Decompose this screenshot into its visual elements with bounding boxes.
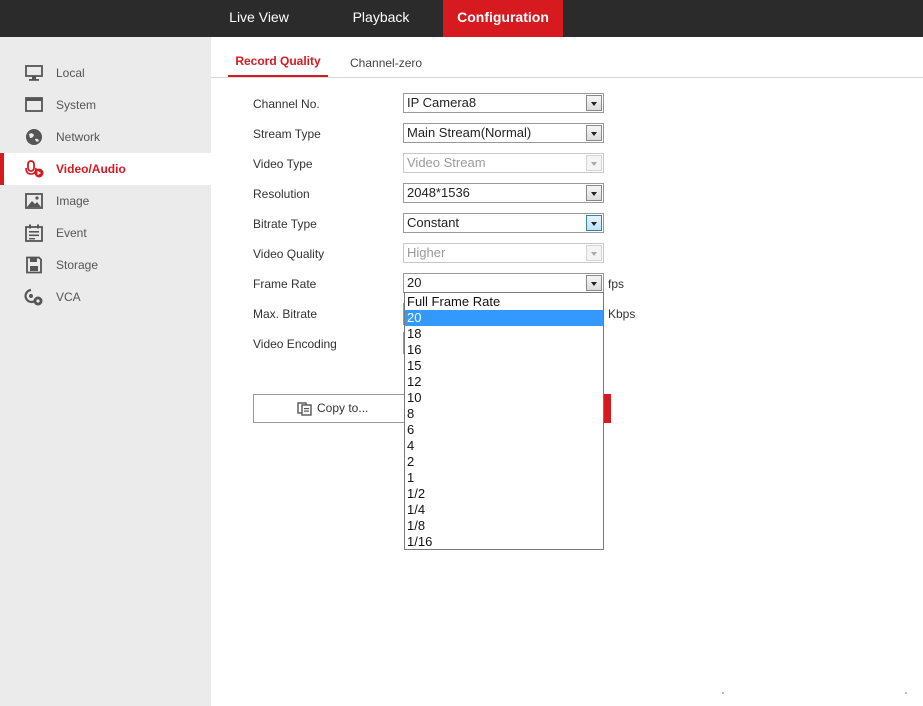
tab-channel-zero[interactable]: Channel-zero bbox=[350, 51, 422, 77]
stream-type-value: Main Stream(Normal) bbox=[407, 125, 532, 140]
stream-type-select[interactable]: Main Stream(Normal) bbox=[403, 123, 604, 143]
video-type-label: Video Type bbox=[253, 157, 313, 171]
nav-live-view[interactable]: Live View bbox=[213, 0, 305, 37]
floppy-disk-icon bbox=[26, 256, 42, 274]
video-encoding-label: Video Encoding bbox=[253, 337, 337, 351]
sidebar-item-network[interactable]: Network bbox=[0, 121, 211, 153]
sidebar-item-label: System bbox=[56, 98, 97, 112]
chevron-down-icon[interactable] bbox=[586, 125, 602, 141]
sidebar-item-system[interactable]: System bbox=[0, 89, 211, 121]
frame-rate-option[interactable]: 1/4 bbox=[405, 502, 603, 518]
frame-rate-option[interactable]: 1 bbox=[405, 470, 603, 486]
channel-no-select[interactable]: IP Camera8 bbox=[403, 93, 604, 113]
channel-no-label: Channel No. bbox=[253, 97, 320, 111]
sidebar-item-vca[interactable]: VCA bbox=[0, 281, 211, 313]
monitor-icon bbox=[25, 65, 43, 81]
sidebar-item-image[interactable]: Image bbox=[0, 185, 211, 217]
artifact-dot bbox=[722, 692, 724, 694]
max-bitrate-unit: Kbps bbox=[608, 307, 636, 321]
bitrate-type-label: Bitrate Type bbox=[253, 217, 317, 231]
frame-rate-option[interactable]: 10 bbox=[405, 390, 603, 406]
frame-rate-dropdown-list[interactable]: Full Frame Rate 20 18 16 15 12 10 8 6 4 2 1 1/2 1/4 1/… bbox=[404, 292, 604, 550]
calendar-icon bbox=[25, 224, 43, 242]
frame-rate-label: Frame Rate bbox=[253, 277, 317, 291]
sidebar-item-label: Network bbox=[56, 130, 101, 144]
copy-to-label: Copy to... bbox=[317, 401, 369, 415]
sidebar-item-label: Event bbox=[56, 226, 87, 240]
stream-type-label: Stream Type bbox=[253, 127, 321, 141]
frame-rate-option[interactable]: 2 bbox=[405, 454, 603, 470]
video-quality-label: Video Quality bbox=[253, 247, 325, 261]
artifact-dot bbox=[905, 692, 907, 694]
sidebar-item-video-audio[interactable]: Video/Audio bbox=[0, 153, 211, 185]
microphone-icon bbox=[25, 160, 44, 178]
chevron-down-icon[interactable] bbox=[586, 215, 602, 231]
chevron-down-icon[interactable] bbox=[586, 185, 602, 201]
sidebar-item-storage[interactable]: Storage bbox=[0, 249, 211, 281]
copy-icon bbox=[297, 402, 312, 416]
frame-rate-option[interactable]: 8 bbox=[405, 406, 603, 422]
chevron-down-icon bbox=[586, 155, 602, 171]
sidebar-item-label: Image bbox=[56, 194, 90, 208]
tab-record-quality[interactable]: Record Quality bbox=[228, 51, 328, 77]
sidebar-item-label: Video/Audio bbox=[56, 162, 126, 176]
nav-playback[interactable]: Playback bbox=[336, 0, 426, 37]
frame-rate-option[interactable]: Full Frame Rate bbox=[405, 294, 603, 310]
sidebar-item-event[interactable]: Event bbox=[0, 217, 211, 249]
nav-configuration[interactable]: Configuration bbox=[443, 0, 563, 37]
sidebar-item-label: Local bbox=[56, 66, 85, 80]
video-quality-value: Higher bbox=[407, 245, 446, 260]
frame-rate-option[interactable]: 6 bbox=[405, 422, 603, 438]
vca-icon bbox=[24, 288, 43, 306]
resolution-value: 2048*1536 bbox=[407, 185, 470, 200]
frame-rate-unit: fps bbox=[608, 277, 625, 291]
frame-rate-option[interactable]: 1/2 bbox=[405, 486, 603, 502]
image-icon bbox=[25, 193, 43, 209]
channel-no-value: IP Camera8 bbox=[407, 95, 477, 110]
sidebar-item-local[interactable]: Local bbox=[0, 57, 211, 89]
top-nav-bar: Live View Playback Configuration bbox=[0, 0, 923, 37]
resolution-select[interactable]: 2048*1536 bbox=[403, 183, 604, 203]
frame-rate-option[interactable]: 4 bbox=[405, 438, 603, 454]
bitrate-type-value: Constant bbox=[407, 215, 460, 230]
frame-rate-option[interactable]: 12 bbox=[405, 374, 603, 390]
sidebar-item-label: VCA bbox=[56, 290, 81, 304]
frame-rate-option[interactable]: 16 bbox=[405, 342, 603, 358]
video-type-select: Video Stream bbox=[403, 153, 604, 173]
frame-rate-option[interactable]: 20 bbox=[405, 310, 603, 326]
chevron-down-icon bbox=[586, 245, 602, 261]
bitrate-type-select[interactable]: Constant bbox=[403, 213, 604, 233]
chevron-down-icon[interactable] bbox=[586, 275, 602, 291]
frame-rate-option[interactable]: 15 bbox=[405, 358, 603, 374]
tab-bar: Record Quality Channel-zero bbox=[211, 37, 923, 78]
frame-rate-option[interactable]: 1/8 bbox=[405, 518, 603, 534]
chevron-down-icon[interactable] bbox=[586, 95, 602, 111]
frame-rate-select[interactable]: 20 bbox=[403, 273, 604, 293]
video-type-value: Video Stream bbox=[407, 155, 486, 170]
system-icon bbox=[25, 97, 43, 112]
sidebar-item-label: Storage bbox=[56, 258, 99, 272]
resolution-label: Resolution bbox=[253, 187, 310, 201]
frame-rate-option[interactable]: 18 bbox=[405, 326, 603, 342]
sidebar: Local System Network Video/Audio Image E… bbox=[0, 37, 211, 706]
video-quality-select: Higher bbox=[403, 243, 604, 263]
frame-rate-option[interactable]: 1/16 bbox=[405, 534, 603, 549]
globe-icon bbox=[26, 129, 42, 145]
max-bitrate-label: Max. Bitrate bbox=[253, 307, 318, 321]
frame-rate-value: 20 bbox=[407, 275, 422, 290]
